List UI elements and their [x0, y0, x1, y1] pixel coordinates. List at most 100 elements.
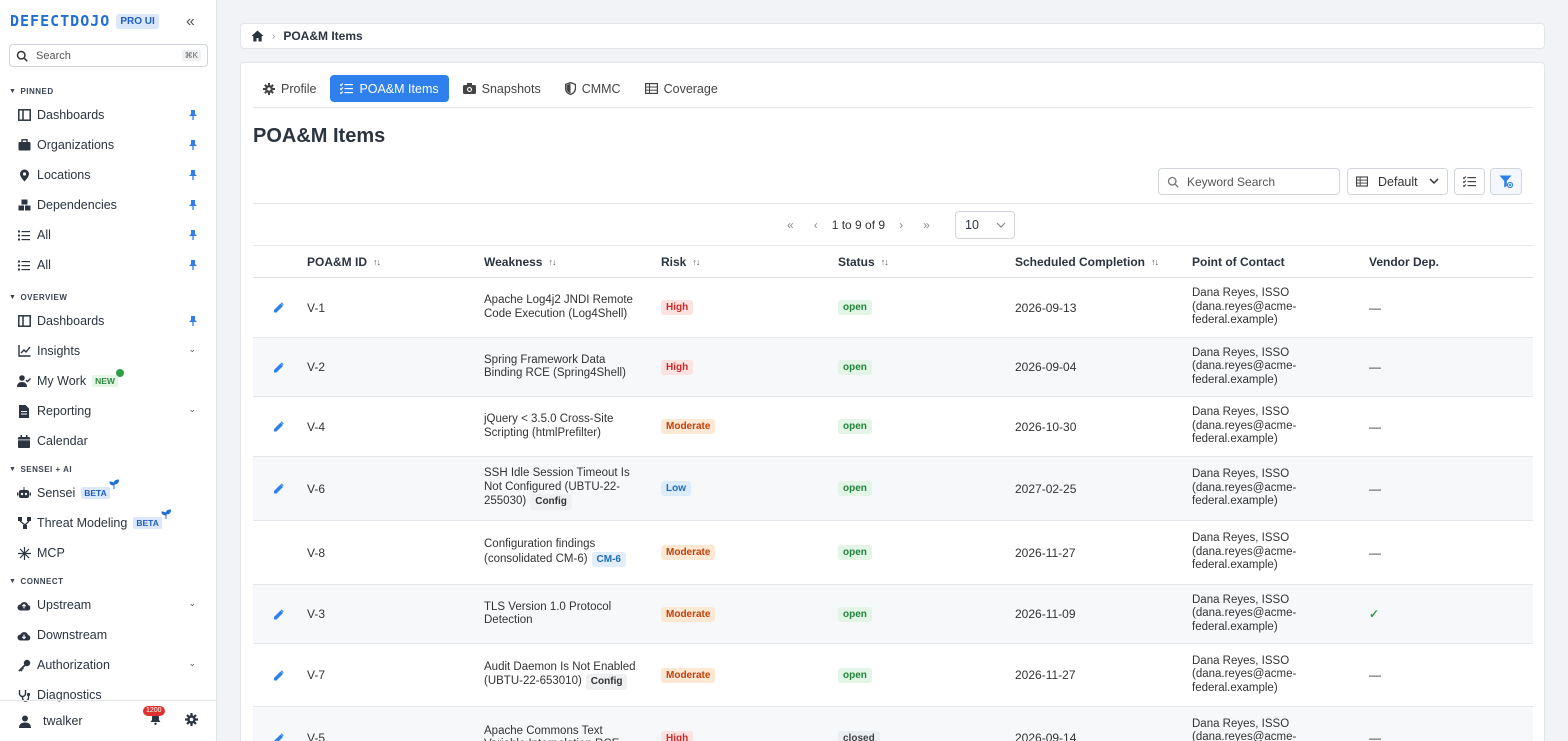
scheduled-completion: 2026-09-13 [1015, 300, 1077, 315]
section-overview[interactable]: ▼ OVERVIEW [0, 288, 216, 306]
table-row[interactable]: V-8 Configuration findings (consolidated … [253, 521, 1533, 585]
pin-icon[interactable] [188, 139, 198, 151]
next-page-icon[interactable]: › [899, 218, 903, 232]
prev-page-icon[interactable]: ‹ [814, 218, 818, 232]
sidebar-search[interactable]: ⌘K [9, 44, 208, 67]
sidebar-item-calendar[interactable]: Calendar [0, 426, 216, 456]
user-icon[interactable] [19, 715, 31, 728]
keyword-search[interactable] [1158, 168, 1340, 195]
column-settings-button[interactable] [1454, 168, 1485, 195]
sidebar-item-dependencies[interactable]: Dependencies [0, 190, 216, 220]
tab-snapshots[interactable]: Snapshots [453, 75, 551, 102]
sidebar-item-label: Upstream [37, 598, 92, 612]
table-row[interactable]: V-1 Apache Log4j2 JNDI Remote Code Execut… [253, 278, 1533, 338]
status-cell: open [838, 457, 872, 520]
chevron-down-icon[interactable]: ⌄ [188, 598, 196, 609]
edit-button[interactable] [273, 457, 284, 520]
table-row[interactable]: V-4 jQuery < 3.5.0 Cross-Site Scripting (… [253, 397, 1533, 457]
sidebar-footer: twalker 1200 [0, 700, 216, 741]
gear-icon[interactable] [185, 713, 198, 726]
edit-button[interactable] [273, 278, 284, 337]
tab-coverage[interactable]: Coverage [635, 75, 728, 102]
edit-button[interactable] [273, 338, 284, 396]
logo[interactable]: DEFECTDOJO PRO UI [10, 12, 159, 30]
home-icon[interactable] [251, 30, 264, 42]
table-row[interactable]: V-2 Spring Framework Data Binding RCE (Sp… [253, 338, 1533, 397]
sidebar-item-downstream[interactable]: Downstream [0, 620, 216, 650]
sidebar-item-reporting[interactable]: Reporting ⌄ [0, 396, 216, 426]
tab-profile[interactable]: Profile [253, 75, 326, 102]
tab-divider [253, 107, 1533, 108]
pin-icon[interactable] [188, 259, 198, 271]
keyword-search-input[interactable] [1187, 174, 1327, 189]
table-row[interactable]: V-6 SSH Idle Session Timeout Is Not Confi… [253, 457, 1533, 521]
sidebar-item-my-work[interactable]: My Work NEW [0, 366, 216, 396]
pin-icon[interactable] [188, 199, 198, 211]
scheduled-completion: 2026-11-27 [1015, 668, 1076, 682]
col-label: Weakness [484, 254, 543, 269]
sidebar-item-dashboards-pinned[interactable]: Dashboards [0, 100, 216, 130]
new-badge-label: NEW [95, 376, 115, 386]
collapse-sidebar-icon[interactable]: « [186, 14, 195, 30]
sidebar-item-upstream[interactable]: Upstream ⌄ [0, 590, 216, 620]
section-connect[interactable]: ▼ CONNECT [0, 572, 216, 590]
table-row[interactable]: V-7 Audit Daemon Is Not Enabled (UBTU-22-… [253, 644, 1533, 707]
user-name[interactable]: twalker [43, 714, 83, 728]
sort-icon[interactable]: ↑↓ [881, 257, 889, 267]
sidebar-item-insights[interactable]: Insights ⌄ [0, 336, 216, 366]
chevron-down-icon[interactable]: ⌄ [188, 658, 196, 669]
filter-button[interactable] [1490, 168, 1522, 195]
pin-icon[interactable] [188, 315, 198, 327]
point-of-contact: Dana Reyes, ISSO (dana.reyes@acme-federa… [1192, 717, 1297, 741]
chevron-down-icon[interactable]: ⌄ [188, 404, 196, 415]
sidebar-item-locations[interactable]: Locations [0, 160, 216, 190]
col-poam-id[interactable]: POA&M ID ↑↓ [307, 255, 381, 269]
main-card: Profile POA&M Items Snapshots CMMC Cover… [240, 62, 1545, 741]
status-cell: open [838, 338, 872, 396]
pencil-icon [274, 608, 284, 619]
col-scheduled-completion[interactable]: Scheduled Completion ↑↓ [1015, 255, 1159, 269]
pin-icon[interactable] [188, 169, 198, 181]
col-status[interactable]: Status ↑↓ [838, 255, 889, 269]
tab-poam-items[interactable]: POA&M Items [330, 75, 449, 102]
last-page-icon[interactable]: » [923, 218, 930, 232]
sort-icon[interactable]: ↑↓ [373, 257, 381, 267]
sidebar-item-all-1[interactable]: All [0, 220, 216, 250]
sort-icon[interactable]: ↑↓ [1151, 257, 1159, 267]
chevron-down-icon[interactable]: ⌄ [188, 344, 196, 355]
sidebar-search-input[interactable] [36, 49, 182, 62]
edit-button[interactable] [273, 397, 284, 456]
first-page-icon[interactable]: « [787, 218, 794, 232]
sidebar-item-mcp[interactable]: MCP [0, 538, 216, 568]
section-pinned[interactable]: ▼ PINNED [0, 82, 216, 100]
per-page-select[interactable]: 10 [955, 211, 1015, 239]
risk-cell: Moderate [661, 644, 716, 706]
sort-icon[interactable]: ↑↓ [692, 257, 700, 267]
file-icon [17, 404, 31, 418]
scheduled-completion: 2026-10-30 [1015, 419, 1077, 434]
section-sensei[interactable]: ▼ SENSEI + AI [0, 460, 216, 478]
sidebar-item-authorization[interactable]: Authorization ⌄ [0, 650, 216, 680]
table-row[interactable]: V-3 TLS Version 1.0 Protocol Detection Mod… [253, 585, 1533, 644]
tab-cmmc[interactable]: CMMC [555, 75, 631, 102]
sidebar-item-all-2[interactable]: All [0, 250, 216, 280]
table-row[interactable]: V-5 Apache Commons Text Variable Interpol… [253, 707, 1533, 741]
status-badge: open [838, 545, 872, 560]
sidebar-item-organizations[interactable]: Organizations [0, 130, 216, 160]
user-check-icon [17, 374, 31, 388]
view-select[interactable]: Default [1347, 168, 1448, 195]
edit-button[interactable] [273, 644, 284, 706]
sort-icon[interactable]: ↑↓ [548, 257, 556, 267]
sidebar-item-dashboards[interactable]: Dashboards [0, 306, 216, 336]
edit-button[interactable] [273, 707, 284, 741]
pin-icon[interactable] [188, 229, 198, 241]
status-badge: open [838, 481, 872, 496]
sidebar-item-sensei[interactable]: Sensei BETA [0, 478, 216, 508]
weakness-cell: SSH Idle Session Timeout Is Not Configur… [484, 457, 644, 520]
edit-button[interactable] [273, 585, 284, 643]
col-risk[interactable]: Risk ↑↓ [661, 255, 700, 269]
sidebar-item-label: Locations [37, 168, 91, 182]
col-weakness[interactable]: Weakness ↑↓ [484, 254, 556, 269]
sidebar-item-threat-modeling[interactable]: Threat Modeling BETA [0, 508, 216, 538]
pin-icon[interactable] [188, 109, 198, 121]
